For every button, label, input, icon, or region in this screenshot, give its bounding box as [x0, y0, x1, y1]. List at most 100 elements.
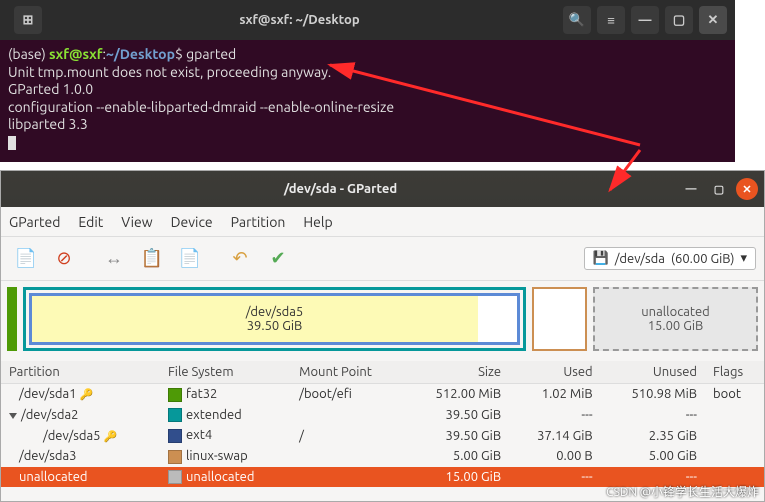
- diskmap-size: 39.50 GiB: [247, 319, 303, 333]
- table-row[interactable]: /dev/sda3 linux-swap 5.00 GiB 0.00 B 5.0…: [1, 446, 764, 467]
- diskmap-extended[interactable]: /dev/sda5 39.50 GiB: [23, 287, 526, 351]
- unused: 2.35 GiB: [601, 425, 705, 446]
- minimize-button[interactable]: —: [631, 6, 659, 34]
- size: 512.00 MiB: [405, 384, 509, 405]
- paste-icon[interactable]: 📄: [173, 242, 207, 276]
- prompt-dollar: $: [175, 46, 186, 62]
- diskmap-unallocated[interactable]: unallocated 15.00 GiB: [593, 287, 758, 351]
- col-fs[interactable]: File System: [160, 361, 291, 384]
- diskmap-swap[interactable]: [532, 287, 587, 351]
- partition-name: /dev/sda3: [19, 449, 77, 463]
- mount: [291, 405, 405, 426]
- apply-icon[interactable]: ✔: [261, 242, 295, 276]
- prompt-base: (base): [8, 46, 49, 62]
- table-row[interactable]: /dev/sda2 extended 39.50 GiB --- ---: [1, 405, 764, 426]
- terminal-titlebar: ⊞ sxf@sxf: ~/Desktop 🔍 ≡ — ▢ ✕: [0, 0, 735, 40]
- partition-name: /dev/sda2: [21, 408, 79, 422]
- diskmap-sda1[interactable]: [7, 287, 17, 351]
- size: 15.00 GiB: [405, 467, 509, 488]
- fs: unallocated: [186, 470, 255, 484]
- fs-swatch: [168, 388, 182, 402]
- used: 0.00 B: [509, 446, 601, 467]
- gparted-title: /dev/sda - GParted: [7, 182, 674, 196]
- device-name: /dev/sda: [615, 252, 665, 266]
- expand-icon[interactable]: [9, 413, 17, 419]
- prompt-path: ~/Desktop: [106, 46, 175, 62]
- terminal-body[interactable]: (base) sxf@sxf:~/Desktop$ gparted Unit t…: [0, 40, 735, 157]
- flags: [705, 425, 764, 446]
- mount: /boot/efi: [291, 384, 405, 405]
- diskmap-sda5[interactable]: /dev/sda5 39.50 GiB: [29, 293, 520, 345]
- close-button[interactable]: ✕: [736, 178, 758, 200]
- chevron-down-icon: ▾: [740, 251, 747, 266]
- partition-name: /dev/sda1: [19, 387, 77, 401]
- delete-icon[interactable]: ⊘: [47, 242, 81, 276]
- lock-icon: 🔑: [80, 389, 94, 401]
- copy-icon[interactable]: 📋: [135, 242, 169, 276]
- unused: ---: [601, 405, 705, 426]
- menu-edit[interactable]: Edit: [78, 214, 103, 230]
- close-button[interactable]: ✕: [699, 6, 727, 34]
- new-partition-icon[interactable]: 📄: [9, 242, 43, 276]
- minimize-button[interactable]: —: [680, 178, 702, 200]
- terminal-command: gparted: [186, 46, 236, 62]
- used: ---: [509, 405, 601, 426]
- search-icon[interactable]: 🔍: [563, 6, 591, 34]
- terminal-menu-icon[interactable]: ⊞: [14, 6, 42, 34]
- partition-table: Partition File System Mount Point Size U…: [1, 361, 764, 487]
- flags: [705, 405, 764, 426]
- unused: 510.98 MiB: [601, 384, 705, 405]
- gparted-toolbar: 📄 ⊘ ↔ 📋 📄 ↶ ✔ 💾 /dev/sda (60.00 GiB) ▾: [1, 237, 764, 281]
- menu-device[interactable]: Device: [171, 214, 213, 230]
- lock-icon: 🔑: [104, 431, 118, 443]
- col-mount[interactable]: Mount Point: [291, 361, 405, 384]
- terminal-cursor: [8, 136, 16, 150]
- terminal-output-line: libparted 3.3: [8, 116, 727, 134]
- used: ---: [509, 467, 601, 488]
- table-row[interactable]: /dev/sda5🔑 ext4 / 39.50 GiB 37.14 GiB 2.…: [1, 425, 764, 446]
- fs-swatch: [168, 408, 182, 422]
- table-row[interactable]: /dev/sda1🔑 fat32 /boot/efi 512.00 MiB 1.…: [1, 384, 764, 405]
- resize-icon[interactable]: ↔: [97, 242, 131, 276]
- disk-icon: 💾: [593, 251, 609, 266]
- unused: 5.00 GiB: [601, 446, 705, 467]
- device-size: (60.00 GiB): [671, 252, 735, 266]
- terminal-output-line: GParted 1.0.0: [8, 81, 727, 99]
- col-flags[interactable]: Flags: [705, 361, 764, 384]
- maximize-button[interactable]: ▢: [665, 6, 693, 34]
- device-selector[interactable]: 💾 /dev/sda (60.00 GiB) ▾: [584, 247, 756, 270]
- diskmap-label: unallocated: [641, 305, 710, 319]
- disk-map: /dev/sda5 39.50 GiB unallocated 15.00 Gi…: [7, 287, 758, 351]
- terminal-output-line: configuration --enable-libparted-dmraid …: [8, 99, 727, 117]
- menu-partition[interactable]: Partition: [231, 214, 286, 230]
- fs: ext4: [186, 428, 212, 442]
- undo-icon[interactable]: ↶: [223, 242, 257, 276]
- size: 39.50 GiB: [405, 405, 509, 426]
- menu-view[interactable]: View: [121, 214, 152, 230]
- fs: fat32: [186, 387, 217, 401]
- col-unused[interactable]: Unused: [601, 361, 705, 384]
- menu-help[interactable]: Help: [303, 214, 332, 230]
- diskmap-size: 15.00 GiB: [648, 319, 704, 333]
- fs-swatch: [168, 429, 182, 443]
- fs-swatch: [168, 450, 182, 464]
- col-size[interactable]: Size: [405, 361, 509, 384]
- col-partition[interactable]: Partition: [1, 361, 160, 384]
- partition-name: /dev/sda5: [43, 429, 101, 443]
- flags: boot: [705, 384, 764, 405]
- menu-gparted[interactable]: GParted: [9, 214, 60, 230]
- mount: /: [291, 425, 405, 446]
- size: 39.50 GiB: [405, 425, 509, 446]
- flags: [705, 446, 764, 467]
- gparted-menubar: GParted Edit View Device Partition Help: [1, 207, 764, 237]
- col-used[interactable]: Used: [509, 361, 601, 384]
- used: 1.02 MiB: [509, 384, 601, 405]
- terminal-title: sxf@sxf: ~/Desktop: [42, 13, 557, 27]
- terminal-output-line: Unit tmp.mount does not exist, proceedin…: [8, 64, 727, 82]
- size: 5.00 GiB: [405, 446, 509, 467]
- gparted-titlebar: /dev/sda - GParted — ▢ ✕: [1, 171, 764, 207]
- hamburger-icon[interactable]: ≡: [597, 6, 625, 34]
- maximize-button[interactable]: ▢: [708, 178, 730, 200]
- mount: [291, 446, 405, 467]
- terminal-window: ⊞ sxf@sxf: ~/Desktop 🔍 ≡ — ▢ ✕ (base) sx…: [0, 0, 735, 162]
